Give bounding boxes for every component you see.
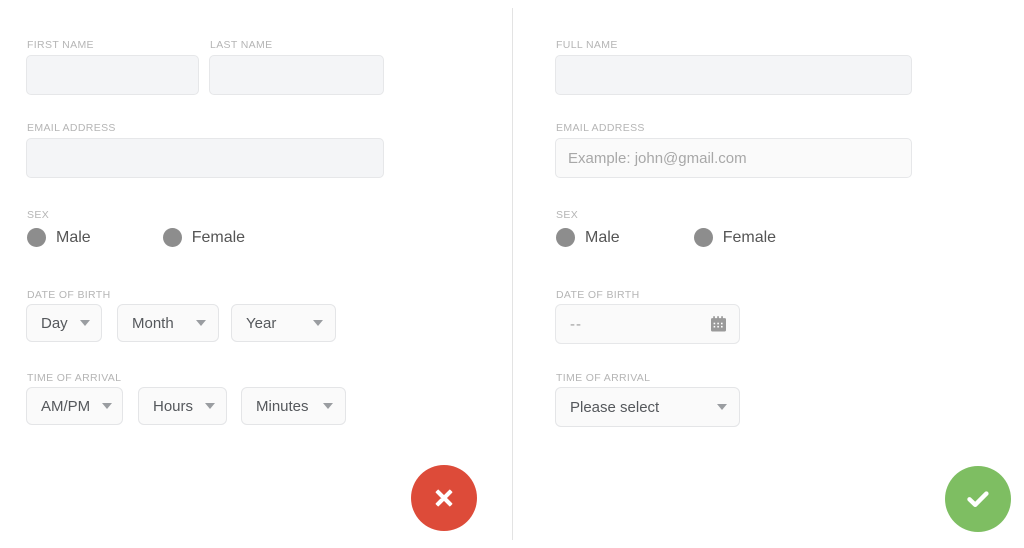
right-toa-label-wrap: TIME OF ARRIVAL bbox=[556, 368, 650, 386]
full-name-label: FULL NAME bbox=[556, 39, 618, 51]
radio-filled-icon bbox=[556, 228, 575, 247]
chevron-down-icon bbox=[717, 404, 727, 410]
last-name-label: LAST NAME bbox=[210, 39, 273, 51]
year-select-value: Year bbox=[246, 314, 277, 332]
chevron-down-icon bbox=[313, 320, 323, 326]
email-field-wrap bbox=[26, 138, 384, 178]
ampm-select-value: AM/PM bbox=[41, 397, 91, 415]
dob-label-wrap: DATE OF BIRTH bbox=[27, 285, 111, 303]
sex-label: SEX bbox=[27, 209, 50, 221]
close-x-icon bbox=[435, 489, 453, 507]
sex-option-male[interactable]: Male bbox=[27, 228, 91, 247]
right-sex-label-wrap: SEX bbox=[556, 205, 578, 223]
sex-option-male-label: Male bbox=[56, 228, 91, 246]
chevron-down-icon bbox=[323, 403, 333, 409]
cancel-button[interactable] bbox=[411, 465, 477, 531]
right-sex-label: SEX bbox=[556, 209, 579, 221]
time-of-arrival-select-value: Please select bbox=[570, 398, 660, 416]
day-select-value: Day bbox=[41, 314, 68, 332]
date-of-birth-selects: Day Month Year bbox=[26, 304, 336, 342]
chevron-down-icon bbox=[205, 403, 216, 409]
last-name-input[interactable] bbox=[209, 55, 384, 95]
radio-filled-icon bbox=[27, 228, 46, 247]
right-sex-option-female[interactable]: Female bbox=[693, 228, 777, 247]
time-of-arrival-select[interactable]: Please select bbox=[555, 387, 740, 427]
date-of-birth-label: DATE OF BIRTH bbox=[27, 289, 111, 301]
chevron-down-icon bbox=[102, 403, 113, 409]
right-email-field-wrap bbox=[555, 138, 912, 178]
first-name-input[interactable] bbox=[26, 55, 199, 95]
minutes-select-value: Minutes bbox=[256, 397, 309, 415]
year-select[interactable]: Year bbox=[231, 304, 336, 342]
right-email-label-wrap: EMAIL ADDRESS bbox=[556, 118, 645, 136]
last-name-field-wrap bbox=[209, 55, 384, 95]
date-of-birth-picker[interactable]: -- bbox=[555, 304, 740, 344]
full-name-input[interactable] bbox=[555, 55, 912, 95]
right-date-of-birth-label: DATE OF BIRTH bbox=[556, 289, 640, 301]
hours-select-value: Hours bbox=[153, 397, 194, 415]
right-form-panel: FULL NAME EMAIL ADDRESS SEX Male Female … bbox=[513, 0, 1024, 548]
email-label-wrap: EMAIL ADDRESS bbox=[27, 118, 116, 136]
right-sex-radio-group: Male Female bbox=[556, 228, 776, 247]
right-email-address-label: EMAIL ADDRESS bbox=[556, 122, 645, 134]
chevron-down-icon bbox=[79, 320, 90, 326]
month-select[interactable]: Month bbox=[117, 304, 219, 342]
sex-label-wrap: SEX bbox=[27, 205, 49, 223]
hours-select[interactable]: Hours bbox=[138, 387, 227, 425]
first-name-label: FIRST NAME bbox=[27, 39, 94, 51]
right-time-of-arrival-label: TIME OF ARRIVAL bbox=[556, 372, 651, 384]
right-email-address-input[interactable] bbox=[555, 138, 912, 178]
first-name-label-wrap: FIRST NAME bbox=[27, 35, 94, 53]
full-name-label-wrap: FULL NAME bbox=[556, 35, 618, 53]
email-address-input[interactable] bbox=[26, 138, 384, 178]
day-select[interactable]: Day bbox=[26, 304, 102, 342]
radio-filled-icon bbox=[693, 228, 713, 247]
minutes-select[interactable]: Minutes bbox=[241, 387, 346, 425]
ampm-select[interactable]: AM/PM bbox=[26, 387, 123, 425]
right-sex-option-male[interactable]: Male bbox=[556, 228, 620, 247]
sex-option-female-label: Female bbox=[191, 228, 246, 246]
sex-option-female[interactable]: Female bbox=[162, 228, 246, 247]
sex-radio-group: Male Female bbox=[27, 228, 245, 247]
date-of-birth-value: -- bbox=[570, 315, 582, 333]
right-sex-option-female-label: Female bbox=[722, 228, 777, 246]
right-sex-option-male-label: Male bbox=[585, 228, 620, 246]
time-of-arrival-selects: AM/PM Hours Minutes bbox=[26, 387, 346, 425]
confirm-button[interactable] bbox=[945, 466, 1011, 532]
full-name-field-wrap bbox=[555, 55, 912, 95]
last-name-label-wrap: LAST NAME bbox=[210, 35, 272, 53]
email-address-label: EMAIL ADDRESS bbox=[27, 122, 116, 134]
right-dob-label-wrap: DATE OF BIRTH bbox=[556, 285, 640, 303]
radio-filled-icon bbox=[162, 228, 182, 247]
time-of-arrival-label: TIME OF ARRIVAL bbox=[27, 372, 122, 384]
month-select-value: Month bbox=[132, 314, 174, 332]
chevron-down-icon bbox=[196, 320, 206, 326]
first-name-field-wrap bbox=[26, 55, 199, 95]
check-mark-icon bbox=[967, 491, 989, 507]
toa-label-wrap: TIME OF ARRIVAL bbox=[27, 368, 121, 386]
calendar-icon bbox=[711, 316, 726, 332]
left-form-panel: FIRST NAME LAST NAME EMAIL ADDRESS SEX M… bbox=[0, 0, 512, 548]
